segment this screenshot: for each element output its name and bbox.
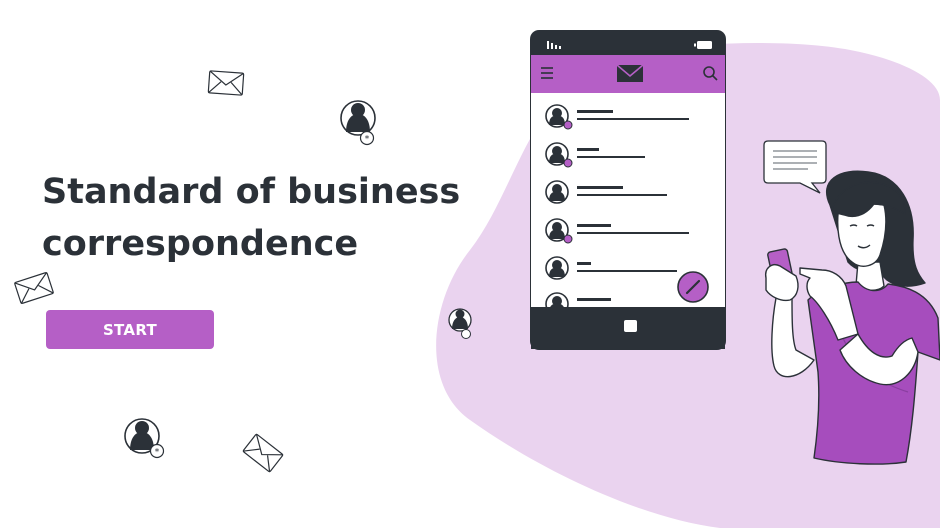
avatar-icon: * <box>124 418 165 459</box>
svg-text:*: * <box>365 135 370 145</box>
envelope-icon <box>14 271 54 304</box>
page-title: Standard of business correspondence <box>42 166 472 270</box>
svg-text:*: * <box>155 448 160 458</box>
page-title-line-1: Standard of business <box>42 172 461 212</box>
start-button[interactable]: START <box>46 310 214 349</box>
avatar-icon: * <box>340 100 376 146</box>
envelope-icon <box>242 433 284 473</box>
envelope-icon <box>207 70 245 96</box>
page-title-line-2: correspondence <box>42 224 359 264</box>
course-cover: * * Standard of business correspondence … <box>0 0 940 528</box>
avatar-icon <box>448 308 472 339</box>
